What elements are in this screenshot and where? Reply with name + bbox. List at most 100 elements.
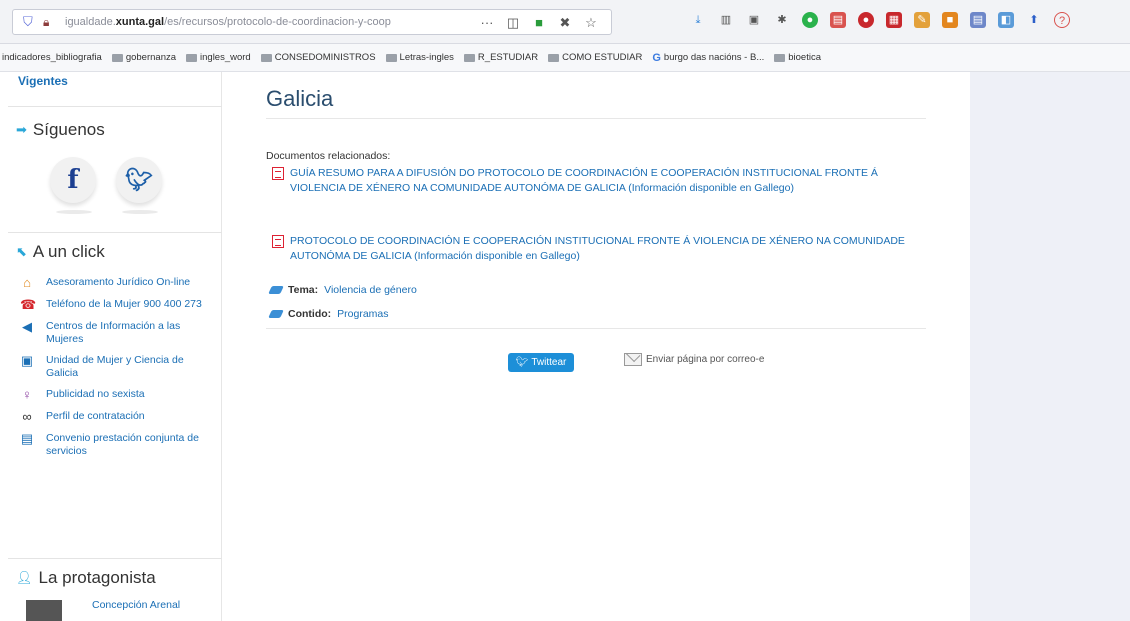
pocket-icon[interactable]: ◫ <box>505 15 521 31</box>
site-info-icon[interactable]: 🔒︎ <box>43 15 57 29</box>
highlighter-extension-icon[interactable]: ✎ <box>914 12 930 28</box>
quick-link-perfil-contratacion[interactable]: ∞ Perfil de contratación <box>20 410 216 424</box>
section-title-siguenos: ➡ Síguenos <box>16 120 105 140</box>
twitter-icon[interactable]: 🐦︎ <box>116 157 162 203</box>
facebook-icon[interactable]: f <box>50 157 96 203</box>
quick-link-label: Centros de Información a las Mujeres <box>46 320 181 345</box>
tag-key: Contido: <box>288 308 332 320</box>
translate-extension-icon[interactable]: ▤ <box>970 12 986 28</box>
tweet-button[interactable]: 🐦︎ Twittear <box>508 353 574 372</box>
bookmark-label: indicadores_bibliografia <box>2 52 102 63</box>
bookmark-label: CONSEDOMINISTROS <box>274 52 376 63</box>
document-link[interactable]: PROTOCOLO DE COORDINACIÓN E COOPERACIÓN … <box>272 234 922 264</box>
tema-row: Tema: Violencia de género <box>268 284 417 296</box>
folder-icon <box>385 53 397 62</box>
bookmark-item[interactable]: Gburgo das nacións - B... <box>652 52 764 64</box>
bookmark-folder[interactable]: R_ESTUDIAR <box>463 52 539 63</box>
red-bookmark-extension-icon[interactable]: ▤ <box>830 12 846 28</box>
bookmark-label: R_ESTUDIAR <box>477 52 539 63</box>
quick-link-label: Convenio prestación conjunta de servicio… <box>46 432 199 457</box>
bookmark-folder[interactable]: bioetica <box>774 52 821 63</box>
email-page-label: Enviar página por correo-e <box>646 354 765 365</box>
tema-link[interactable]: Violencia de género <box>324 284 417 296</box>
orange-extension-icon[interactable]: ■ <box>942 12 958 28</box>
document-link-text: GUÍA RESUMO PARA A DIFUSIÓN DO PROTOCOLO… <box>290 167 878 194</box>
url-text[interactable]: igualdade.xunta.gal/es/recursos/protocol… <box>65 16 391 28</box>
quick-link-mujer-ciencia[interactable]: ▣ Unidad de Mujer y Ciencia de Galicia <box>20 354 216 380</box>
shadow-decoration <box>56 210 92 214</box>
bookmark-label: gobernanza <box>125 52 177 63</box>
green-circle-extension-icon[interactable]: ● <box>802 12 818 28</box>
sidebar-icon[interactable]: ▣ <box>746 12 762 28</box>
folder-icon <box>463 53 475 62</box>
phone-icon: ☎ <box>20 297 37 312</box>
bookmark-folder[interactable]: gobernanza <box>111 52 177 63</box>
tag-icon <box>268 286 284 294</box>
quick-link-centros[interactable]: ◀ Centros de Información a las Mujeres <box>20 320 216 346</box>
quick-link-asesoramento[interactable]: ⌂ Asesoramento Jurídico On-line <box>20 276 216 290</box>
email-page-button[interactable]: Enviar página por correo-e <box>624 353 764 366</box>
quick-link-telefono[interactable]: ☎ Teléfono de la Mujer 900 400 273 <box>20 298 216 312</box>
page-background <box>970 72 1130 621</box>
arrow-right-icon: ➡ <box>16 122 27 137</box>
divider <box>8 558 222 559</box>
folder-icon <box>111 53 123 62</box>
extension-toolbar: ⤓ ▥ ▣ ✱ ● ▤ ● ▦ ✎ ■ ▤ ◧ ⬆ ? <box>690 12 1070 28</box>
contido-row: Contido: Programas <box>268 308 389 320</box>
bookmark-item[interactable]: indicadores_bibliografia <box>2 52 102 63</box>
page-title: Galicia <box>266 86 334 111</box>
tag-icon <box>268 310 284 318</box>
red-badge-extension-icon[interactable]: ● <box>858 12 874 28</box>
tag-key: Tema: <box>288 284 319 296</box>
folder-icon <box>186 53 198 62</box>
settings-extension-icon[interactable]: ✱ <box>774 12 790 28</box>
bookmark-label: Letras-ingles <box>399 52 454 63</box>
flask-icon: ▣ <box>20 353 34 368</box>
bookmark-folder[interactable]: COMO ESTUDIAR <box>548 52 642 63</box>
browser-window: ⛉ 🔒︎ igualdade.xunta.gal/es/recursos/pro… <box>0 0 1130 621</box>
page-content: Vigentes ➡ Síguenos f 🐦︎ ⬉ A un click ⌂ … <box>0 72 970 621</box>
sidebar-link-vigentes[interactable]: Vigentes <box>18 74 68 88</box>
cursor-click-icon: ⬉ <box>16 244 27 259</box>
protagonist-photo[interactable] <box>26 600 62 621</box>
quick-links-list: ⌂ Asesoramento Jurídico On-line ☎ Teléfo… <box>20 276 216 466</box>
address-bar[interactable]: ⛉ 🔒︎ igualdade.xunta.gal/es/recursos/pro… <box>12 9 612 35</box>
bookmark-folder[interactable]: Letras-ingles <box>385 52 454 63</box>
bookmarks-toolbar: indicadores_bibliografia gobernanza ingl… <box>0 44 1130 72</box>
puzzle-extension-icon[interactable]: ◧ <box>998 12 1014 28</box>
quick-link-label: Asesoramento Jurídico On-line <box>46 276 191 288</box>
divider <box>266 118 926 119</box>
quick-link-publicidad[interactable]: ♀ Publicidad no sexista <box>20 388 216 402</box>
envelope-icon <box>624 353 642 366</box>
bookmark-star-icon[interactable]: ☆ <box>583 15 599 31</box>
document-link[interactable]: GUÍA RESUMO PARA A DIFUSIÓN DO PROTOCOLO… <box>272 166 922 196</box>
pdf-icon <box>272 167 284 180</box>
page-actions-icon[interactable]: ··· <box>479 15 495 31</box>
extension-x-icon[interactable]: ✖ <box>557 15 573 31</box>
link-icon: ∞ <box>22 409 32 424</box>
folder-icon <box>260 53 272 62</box>
browser-toolbar: ⛉ 🔒︎ igualdade.xunta.gal/es/recursos/pro… <box>0 0 1130 44</box>
download-icon[interactable]: ⤓ <box>690 12 706 28</box>
extension-green-icon[interactable]: ■ <box>531 15 547 31</box>
contido-link[interactable]: Programas <box>337 308 388 320</box>
quick-link-label: Publicidad no sexista <box>46 388 145 400</box>
bookmark-label: ingles_word <box>200 52 251 63</box>
folder-icon <box>774 53 786 62</box>
blue-arrow-extension-icon[interactable]: ⬆ <box>1026 12 1042 28</box>
bookmark-folder[interactable]: ingles_word <box>186 52 251 63</box>
bookmark-folder[interactable]: CONSEDOMINISTROS <box>260 52 376 63</box>
help-extension-icon[interactable]: ? <box>1054 12 1070 28</box>
legal-advice-icon: ⌂ <box>23 275 31 290</box>
pdf-icon <box>272 235 284 248</box>
library-icon[interactable]: ▥ <box>718 12 734 28</box>
pdf-extension-icon[interactable]: ▦ <box>886 12 902 28</box>
person-icon: 👤︎ <box>16 570 33 585</box>
quick-link-convenio[interactable]: ▤ Convenio prestación conjunta de servic… <box>20 432 216 458</box>
related-documents-label: Documentos relacionados: <box>266 150 391 162</box>
sidebar: Vigentes ➡ Síguenos f 🐦︎ ⬉ A un click ⌂ … <box>8 72 222 621</box>
female-symbol-icon: ♀ <box>22 387 32 402</box>
bookmark-label: burgo das nacións - B... <box>663 52 765 63</box>
tracking-shield-icon[interactable]: ⛉ <box>23 15 37 29</box>
protagonist-name-link[interactable]: Concepción Arenal <box>92 599 180 611</box>
